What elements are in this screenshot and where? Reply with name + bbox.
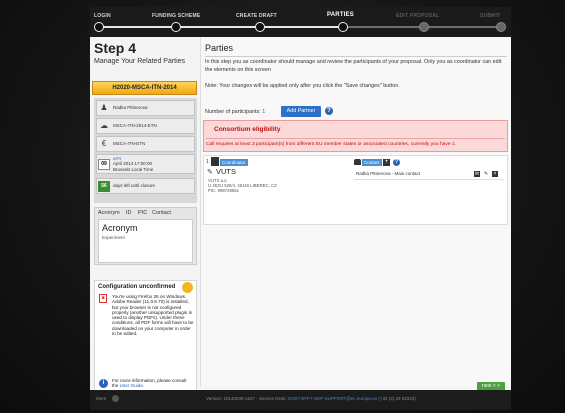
tab-acronym[interactable]: Acronym: [98, 210, 120, 216]
user-icon: ♟: [100, 103, 108, 112]
deadline-timezone: Brussels Local Time: [113, 167, 154, 172]
wizard-step-parties: PARTIES: [327, 12, 354, 18]
browser-page: LOGIN FUNDING SCHEME CREATE DRAFT PARTIE…: [90, 7, 511, 410]
info-user-text: Radka Pittnerova: [113, 105, 148, 110]
days-left-text: days left until closure: [113, 183, 156, 188]
save-note: Note: Your changes will be applied only …: [205, 83, 400, 89]
acronym-note: Experiment: [102, 235, 125, 240]
footer-more[interactable]: More: [96, 396, 106, 401]
info-item-type: € MSCA-ITN-ETN: [96, 136, 195, 152]
add-contact-icon[interactable]: +: [383, 159, 390, 166]
edit-contact-icon[interactable]: ✎: [483, 171, 489, 177]
configuration-panel: Configuration unconfirmed ■ You're using…: [94, 280, 197, 394]
step-title: Step 4: [94, 40, 137, 56]
wizard-progress: LOGIN FUNDING SCHEME CREATE DRAFT PARTIE…: [90, 7, 511, 37]
wizard-dot-login: [94, 22, 104, 32]
desktop-background: LOGIN FUNDING SCHEME CREATE DRAFT PARTIE…: [0, 0, 565, 413]
main-content: Parties In this step you as coordinator …: [200, 37, 511, 387]
wizard-step-login[interactable]: LOGIN: [94, 13, 111, 19]
user-guide-link[interactable]: User Guide.: [120, 383, 145, 388]
coordinator-badge: Coordinator: [220, 159, 248, 166]
scroll-top-icon[interactable]: [112, 395, 119, 402]
acronym-content: Acronym Experiment: [98, 219, 193, 263]
info-item-user: ♟ Radka Pittnerova: [96, 100, 195, 116]
proposal-call-bar: H2020-MSCA-ITN-2014: [92, 81, 197, 95]
participants-label: Number of participants:: [205, 109, 261, 115]
wizard-dot-create-draft: [255, 22, 265, 32]
partner-name: VUTS: [216, 167, 237, 176]
step-subtitle: Manage Your Related Parties: [94, 58, 186, 65]
participants-count-row: Number of participants: 1: [205, 109, 265, 115]
info-item-topic: ☁ MSCA-ITN-2014-ETN: [96, 118, 195, 134]
service-desk-phone: (+32 (2) 29 92222): [378, 396, 416, 401]
delete-contact-icon[interactable]: ×: [492, 171, 498, 177]
wizard-step-edit-proposal: EDIT PROPOSAL: [396, 13, 440, 19]
contact-badge: Contact: [362, 159, 382, 166]
partner-index: 1: [206, 159, 209, 165]
euro-icon: €: [101, 139, 107, 148]
config-title: Configuration unconfirmed: [98, 284, 176, 290]
contact-help-icon[interactable]: ?: [393, 159, 400, 166]
sidebar: Step 4 Manage Your Related Parties H2020…: [90, 37, 200, 394]
info-topic-text: MSCA-ITN-2014-ETN: [113, 123, 157, 128]
eligibility-title: Consortium eligibility: [214, 126, 281, 133]
tab-id[interactable]: ID: [126, 210, 132, 216]
deadline-day: 09: [101, 161, 107, 167]
contact-row: Radka Pittnerova - Main contact ✉ ✎ ×: [354, 171, 504, 180]
version-text: Version: 20140206-1527 - Service Desk:: [206, 396, 287, 401]
wizard-dot-funding-scheme: [171, 22, 181, 32]
eligibility-divider: [206, 138, 505, 139]
wizard-step-submit: SUBMIT: [480, 13, 501, 19]
wizard-step-create-draft[interactable]: CREATE DRAFT: [236, 13, 277, 19]
partner-pic: PIC: 998729551: [208, 188, 240, 193]
add-partner-button[interactable]: Add Partner: [281, 106, 321, 117]
service-desk-link[interactable]: DIGIT-EFP7-SEP-SUPPORT@ec.europa.eu: [288, 396, 377, 401]
acronym-panel: Acronym ID PIC Contact Acronym Experimen…: [94, 207, 197, 265]
proposal-info-panel: ♟ Radka Pittnerova ☁ MSCA-ITN-2014-ETN €…: [94, 98, 197, 203]
warning-icon: [182, 282, 193, 293]
config-text: You're using Firefox 26 on Windows. Adob…: [112, 294, 194, 337]
wizard-dot-edit-proposal: [419, 22, 429, 32]
tab-contact[interactable]: Contact: [152, 210, 171, 216]
contact-name: Radka Pittnerova - Main contact: [356, 171, 421, 176]
email-icon[interactable]: ✉: [474, 171, 480, 177]
acronym-value: Acronym: [102, 223, 138, 233]
title-divider: [205, 56, 507, 57]
pdf-icon: ■: [99, 294, 107, 303]
info-type-text: MSCA-ITN-ETN: [113, 141, 146, 146]
page-title: Parties: [205, 43, 234, 53]
footer: More Version: 20140206-1527 - Service De…: [90, 390, 511, 410]
info-icon: i: [99, 379, 108, 388]
contact-person-icon: [354, 159, 361, 165]
info-item-days-left: 56 days left until closure: [96, 178, 195, 194]
wizard-track-done: [96, 26, 343, 28]
edit-partner-icon[interactable]: ✎: [207, 168, 213, 176]
tab-pic[interactable]: PIC: [138, 210, 147, 216]
info-item-deadline: 09 APR April 2014 17:00:00 Brussels Loca…: [96, 154, 195, 174]
building-icon: [211, 157, 219, 166]
partner-card: 1 Coordinator ✎ VUTS VUTS a.s. U JEZU 52…: [203, 155, 508, 225]
wizard-dot-submit: [496, 22, 506, 32]
cloud-icon: ☁: [100, 121, 108, 130]
eligibility-text: Call requires at least 3 participant(s) …: [206, 142, 456, 147]
deadline-date: April 2014 17:00:00: [113, 161, 153, 166]
footer-version: Version: 20140206-1527 - Service Desk: D…: [206, 396, 416, 401]
page-description: In this step you as coordinator should m…: [205, 59, 502, 73]
participants-count: 1: [262, 109, 266, 115]
wizard-dot-parties: [338, 22, 348, 32]
eligibility-warning: Consortium eligibility Call requires at …: [203, 120, 508, 152]
help-icon[interactable]: ?: [325, 107, 333, 115]
calendar-icon: 09: [98, 159, 110, 170]
wizard-step-funding-scheme[interactable]: FUNDING SCHEME: [152, 13, 200, 19]
days-left-badge: 56: [98, 181, 110, 192]
more-info-text: For more information, please consult the…: [112, 378, 194, 389]
